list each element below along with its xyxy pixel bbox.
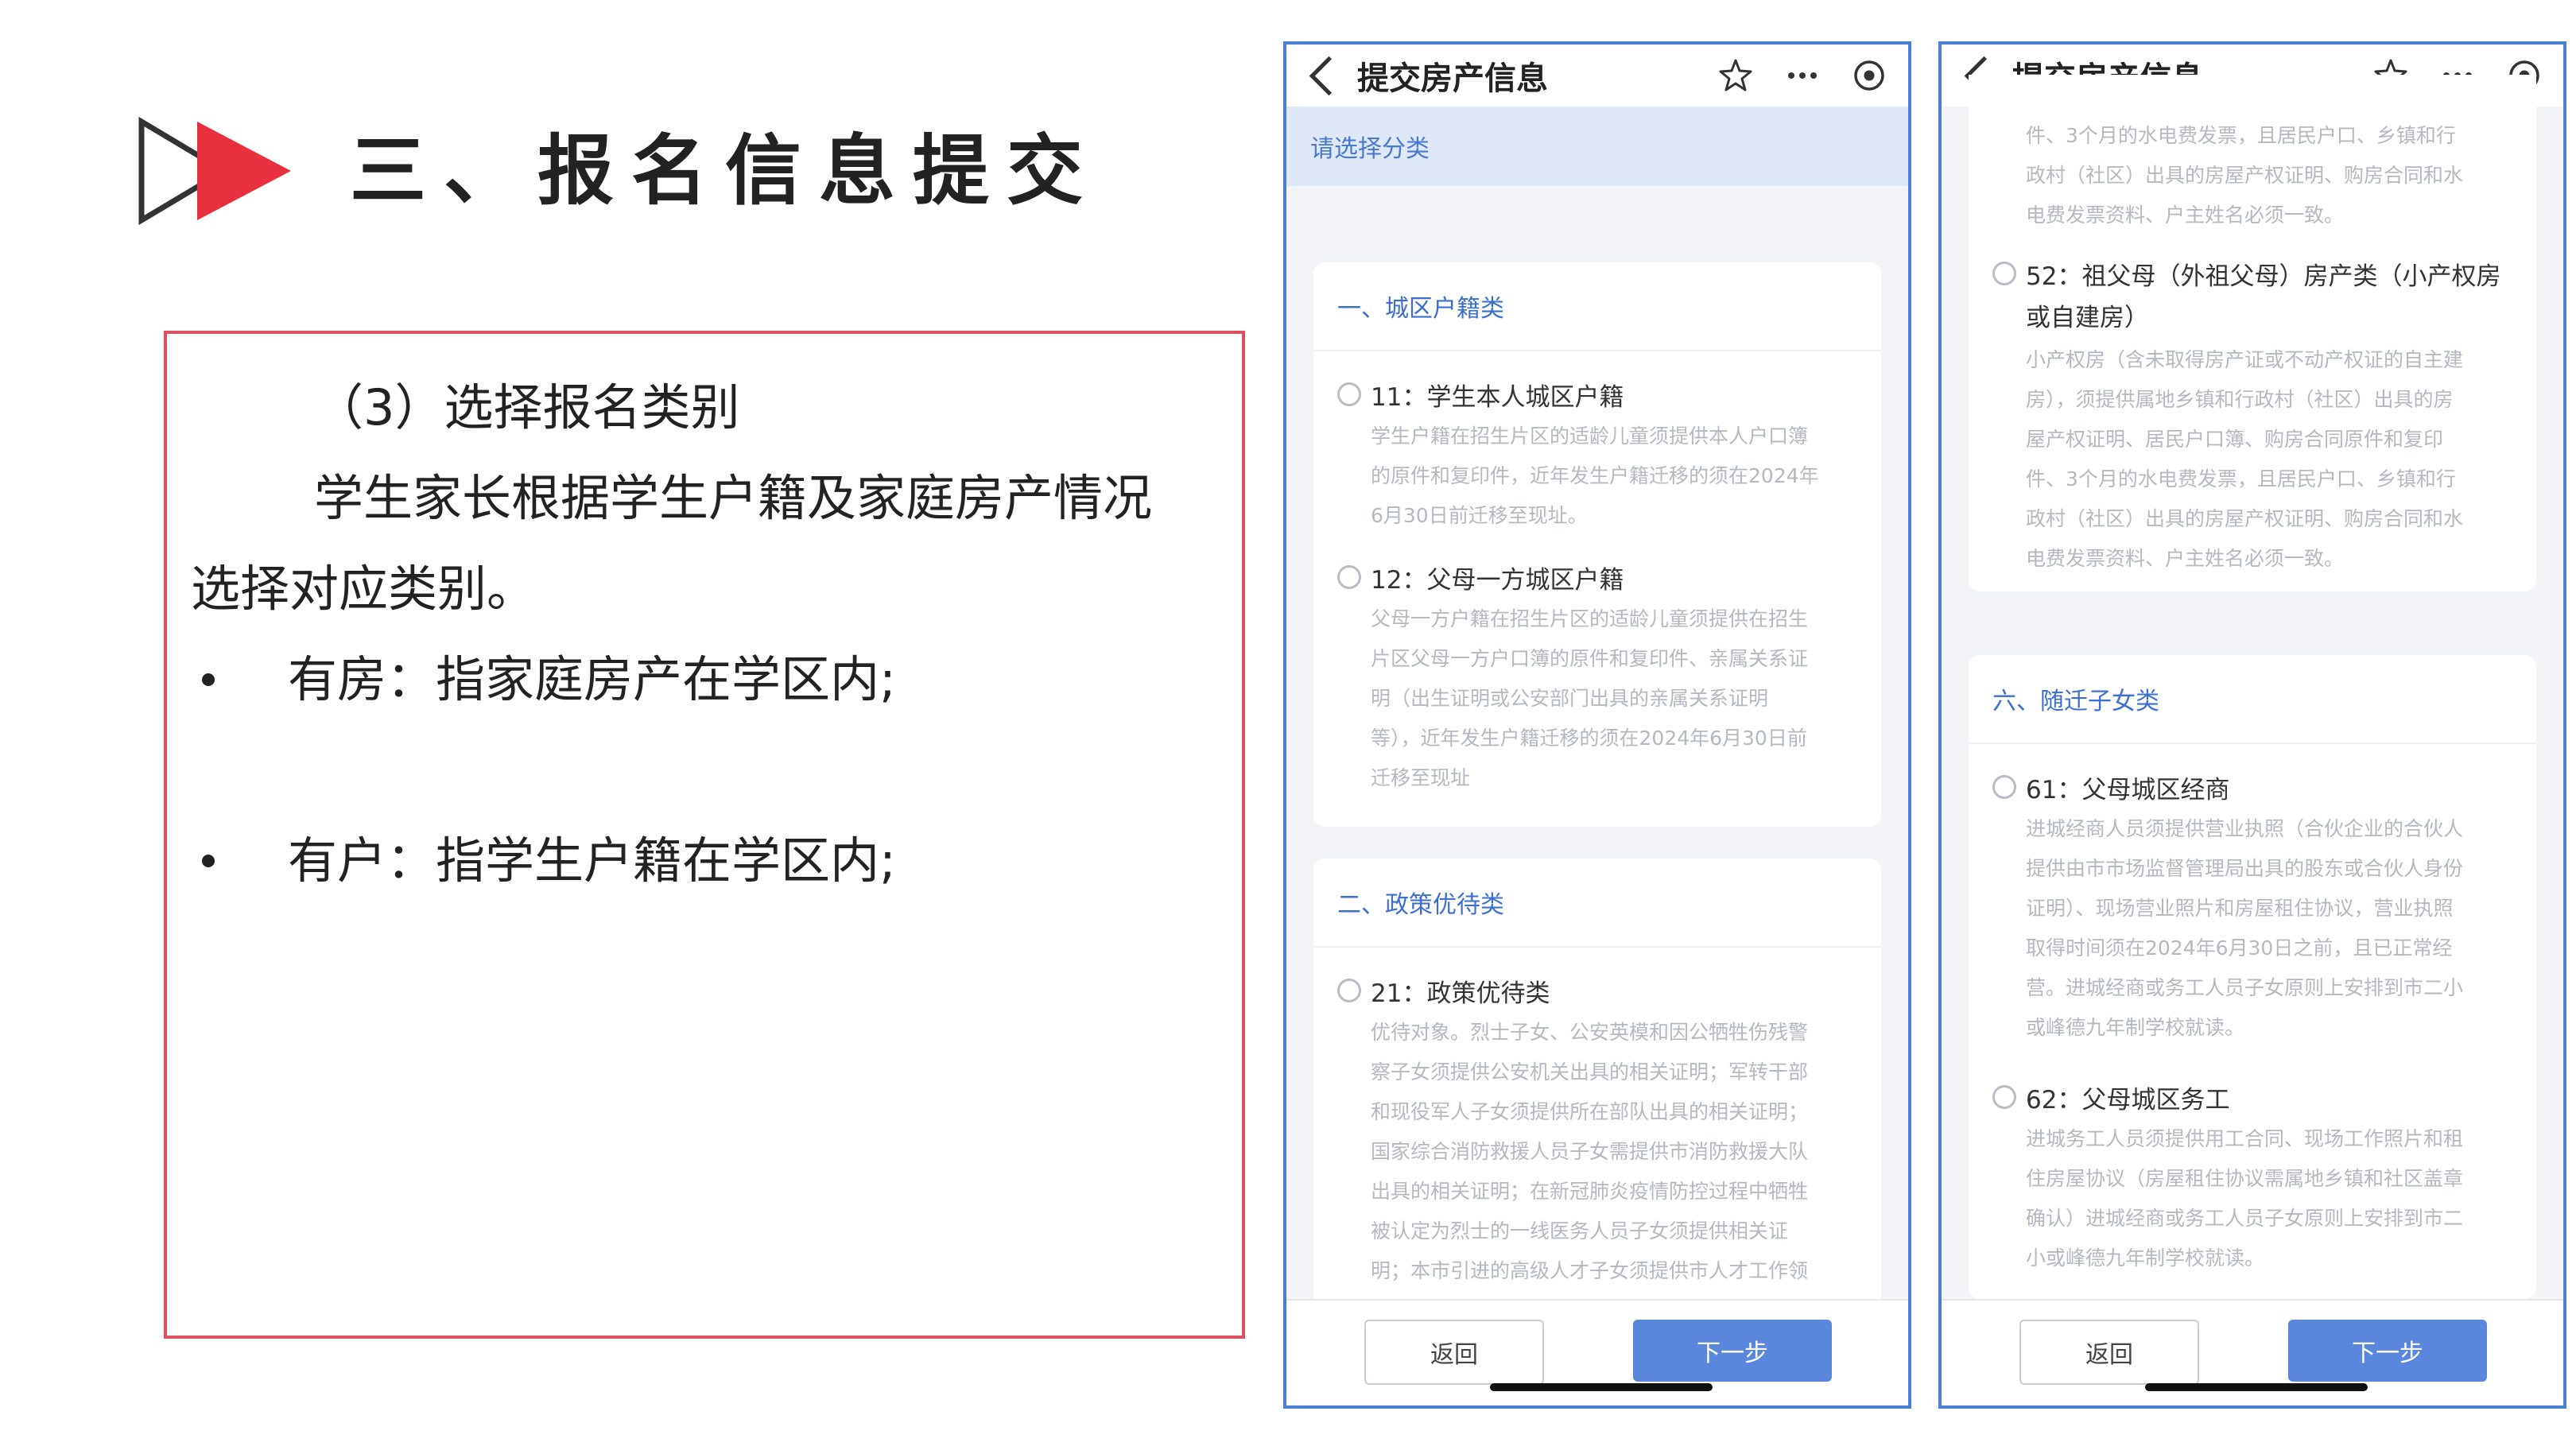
option-description: 进城经商人员须提供营业执照（合伙企业的合伙人 提供由市市场监督管理局出具的股东或… — [2026, 817, 2464, 1039]
radio-button[interactable] — [1992, 262, 2016, 285]
card-header: 一、城区户籍类 — [1313, 262, 1881, 351]
back-icon[interactable] — [1309, 56, 1349, 95]
radio-button[interactable] — [1337, 979, 1361, 1002]
phone-screenshot-left: 提交房产信息 请选择分类 一、城区户籍类 11：学生本人城区户籍 学生户籍在招生… — [1283, 41, 1911, 1409]
option-12[interactable]: 12：父母一方城区户籍 父母一方户籍在招生片区的适龄儿童须提供在招生 片区父母一… — [1337, 555, 1857, 798]
slide-title: 三、报名信息提交 — [350, 126, 1100, 215]
star-icon[interactable] — [1714, 54, 1757, 97]
option-21[interactable]: 21：政策优待类 优待对象。烈士子女、公安英模和因公牺牲伤残警 察子女须提供公安… — [1337, 968, 1857, 1331]
option-description: 优待对象。烈士子女、公安英模和因公牺牲伤残警 察子女须提供公安机关出具的相关证明… — [1371, 1021, 1809, 1322]
option-title: 11：学生本人城区户籍 — [1371, 382, 1624, 412]
next-step-button[interactable]: 下一步 — [1633, 1320, 1832, 1382]
instruction-paragraph-line1: 学生家长根据学生户籍及家庭房产情况 — [314, 469, 1153, 527]
card-header: 二、政策优待类 — [1313, 859, 1881, 948]
bullet-dot-icon — [202, 673, 215, 686]
radio-button[interactable] — [1337, 382, 1361, 406]
category-list[interactable]: 件、3个月的水电费发票，且居民户口、乡镇和行 政村（社区）出具的房屋产权证明、购… — [1942, 75, 2563, 1301]
back-button[interactable]: 返回 — [1364, 1320, 1544, 1385]
instruction-box: （3）选择报名类别 学生家长根据学生户籍及家庭房产情况 选择对应类别。 有房：指… — [164, 331, 1245, 1339]
option-52[interactable]: 52：祖父母（外祖父母）房产类（小产权房 或自建房） 小产权房（含未取得房产证或… — [1992, 251, 2512, 579]
category-card-migrant-children: 六、随迁子女类 61：父母城区经商 进城经商人员须提供营业执照（合伙企业的合伙人… — [1969, 655, 2536, 1299]
radio-button[interactable] — [1337, 565, 1361, 589]
option-title: 61：父母城区经商 — [2026, 775, 2230, 804]
bottom-action-bar: 返回 下一步 — [1942, 1299, 2563, 1405]
option-description: 父母一方户籍在招生片区的适龄儿童须提供在招生 片区父母一方户口簿的原件和复印件、… — [1371, 607, 1809, 789]
bottom-action-bar: 返回 下一步 — [1286, 1299, 1908, 1405]
bullet-text: 有房：指家庭房产在学区内; — [288, 650, 896, 708]
option-title: 21：政策优待类 — [1371, 979, 1550, 1008]
bullet-dot-icon — [202, 855, 215, 867]
option-title: 62：父母城区务工 — [2026, 1085, 2230, 1115]
next-step-button[interactable]: 下一步 — [2288, 1320, 2487, 1382]
home-indicator[interactable] — [2145, 1383, 2368, 1391]
option-11[interactable]: 11：学生本人城区户籍 学生户籍在招生片区的适龄儿童须提供本人户口簿 的原件和复… — [1337, 372, 1857, 536]
category-card-urban-household: 一、城区户籍类 11：学生本人城区户籍 学生户籍在招生片区的适龄儿童须提供本人户… — [1313, 262, 1881, 827]
option-62[interactable]: 62：父母城区务工 进城务工人员须提供用工合同、现场工作照片和租 住房屋协议（房… — [1992, 1075, 2512, 1278]
nav-bar: 提交房产信息 — [1286, 45, 1908, 107]
bullet-text: 有户：指学生户籍在学区内; — [288, 832, 896, 890]
back-button[interactable]: 返回 — [2019, 1320, 2199, 1385]
nav-title: 提交房产信息 — [1357, 60, 1548, 97]
more-icon[interactable] — [1781, 54, 1824, 97]
option-title: 12：父母一方城区户籍 — [1371, 565, 1624, 595]
category-prompt: 请选择分类 — [1286, 107, 1908, 186]
play-arrow-icon — [138, 116, 291, 226]
option-description: 学生户籍在招生片区的适龄儿童须提供本人户口簿 的原件和复印件，近年发生户籍迁移的… — [1371, 425, 1819, 527]
option-title-continued: 或自建房） — [2026, 304, 2149, 332]
option-description: 进城务工人员须提供用工合同、现场工作照片和租 住房屋协议（房屋租住协议需属地乡镇… — [2026, 1127, 2464, 1270]
card-header: 六、随迁子女类 — [1969, 655, 2536, 744]
radio-button[interactable] — [1992, 775, 2016, 799]
category-list[interactable]: 一、城区户籍类 11：学生本人城区户籍 学生户籍在招生片区的适龄儿童须提供本人户… — [1286, 186, 1908, 1405]
radio-button[interactable] — [1992, 1085, 2016, 1109]
phone-screenshot-right: 提交房产信息 件、3个月的水电费发票，且居民户口、乡镇和行 政村（社区）出具的房… — [1938, 41, 2566, 1409]
bullet-item-house: 有房：指家庭房产在学区内; — [191, 634, 1218, 725]
category-card-grandparents-property: 件、3个月的水电费发票，且居民户口、乡镇和行 政村（社区）出具的房屋产权证明、购… — [1969, 75, 2536, 591]
bullet-item-household: 有户：指学生户籍在学区内; — [191, 816, 1218, 906]
target-icon[interactable] — [1848, 54, 1891, 97]
option-description: 小产权房（含未取得房产证或不动产权证的自主建 房），须提供属地乡镇和行政村（社区… — [2026, 348, 2464, 570]
instruction-heading: （3）选择报名类别 — [314, 378, 740, 436]
home-indicator[interactable] — [1490, 1383, 1713, 1391]
option-description: 件、3个月的水电费发票，且居民户口、乡镇和行 政村（社区）出具的房屋产权证明、购… — [2026, 124, 2464, 227]
instruction-paragraph-line2: 选择对应类别。 — [191, 560, 537, 618]
option-title: 52：祖父母（外祖父母）房产类（小产权房 — [2026, 262, 2501, 291]
option-61[interactable]: 61：父母城区经商 进城经商人员须提供营业执照（合伙企业的合伙人 提供由市市场监… — [1992, 765, 2512, 1048]
